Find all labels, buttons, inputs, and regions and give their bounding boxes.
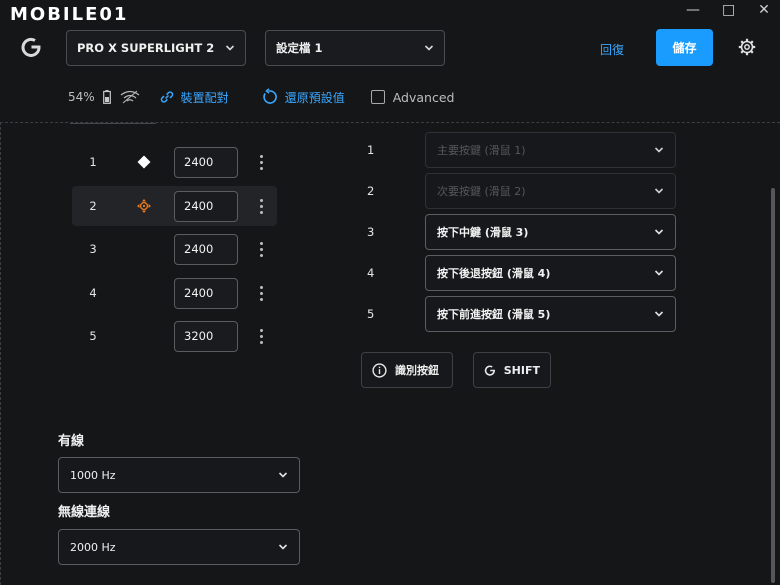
reset-icon (262, 88, 277, 104)
wireless-signal-icon (120, 90, 140, 104)
dpi-level-index: 5 (89, 329, 97, 343)
wireless-report-rate-value: 2000 Hz (70, 540, 116, 554)
chevron-down-icon (424, 45, 434, 51)
gear-icon[interactable] (738, 38, 756, 56)
scrollbar[interactable] (771, 188, 775, 583)
button-assignment-select[interactable]: 按下中鍵 (滑鼠 3) (425, 214, 676, 250)
dpi-level-row[interactable]: 1 2400 (72, 142, 277, 182)
button-index: 2 (367, 184, 375, 198)
dpi-value-input[interactable]: 3200 (174, 320, 238, 352)
button-assignment-value: 主要按鍵 (滑鼠 1) (437, 144, 526, 157)
wireless-report-rate-select[interactable]: 2000 Hz (58, 529, 300, 565)
diamond-icon (137, 155, 151, 169)
dpi-value-input[interactable]: 2400 (174, 146, 238, 178)
chevron-down-icon (278, 544, 288, 550)
chevron-down-icon (654, 270, 664, 276)
more-options-icon[interactable] (254, 285, 268, 301)
dpi-level-row[interactable]: 4 2400 (72, 273, 277, 313)
advanced-toggle[interactable]: Advanced (370, 89, 455, 105)
g-shift-button[interactable]: SHIFT (473, 352, 551, 388)
button-assignment-value: 按下後退按鈕 (滑鼠 4) (437, 267, 551, 280)
button-assignment-row: 1 主要按鍵 (滑鼠 1) (362, 132, 676, 168)
profile-select-value: 設定檔 1 (276, 41, 323, 55)
chevron-down-icon (225, 45, 235, 51)
dpi-level-row[interactable]: 3 2400 (72, 229, 277, 269)
section-tab-indicator (70, 118, 156, 124)
button-index: 3 (367, 225, 375, 239)
logitech-g-logo-icon (21, 37, 41, 57)
button-assignment-row: 3 按下中鍵 (滑鼠 3) (362, 214, 676, 250)
profile-select[interactable]: 設定檔 1 (265, 30, 445, 66)
device-select[interactable]: PRO X SUPERLIGHT 2 (66, 30, 246, 66)
advanced-checkbox[interactable] (370, 90, 385, 104)
button-index: 4 (367, 266, 375, 280)
wired-report-rate-select[interactable]: 1000 Hz (58, 457, 300, 493)
identify-buttons-label: 識別按鈕 (395, 364, 439, 377)
save-button[interactable]: 儲存 (656, 29, 713, 66)
device-select-value: PRO X SUPERLIGHT 2 (77, 41, 215, 55)
button-assignment-select[interactable]: 按下前進按鈕 (滑鼠 5) (425, 296, 676, 332)
panel-divider (0, 122, 1, 585)
more-options-icon[interactable] (254, 328, 268, 344)
dpi-value-input[interactable]: 2400 (174, 233, 238, 265)
battery-level: 54% (68, 90, 95, 104)
minimize-button[interactable]: — (686, 2, 700, 18)
dpi-level-index: 2 (89, 199, 97, 213)
identify-buttons-button[interactable]: 識別按鈕 (361, 352, 453, 388)
wireless-section-title: 無線連線 (58, 505, 111, 520)
button-assignment-select[interactable]: 按下後退按鈕 (滑鼠 4) (425, 255, 676, 291)
link-icon (160, 91, 173, 103)
button-assignment-select: 次要按鍵 (滑鼠 2) (425, 173, 676, 209)
dpi-value-input[interactable]: 2400 (174, 277, 238, 309)
chevron-down-icon (278, 472, 288, 478)
button-index: 1 (367, 143, 375, 157)
button-assignment-row: 4 按下後退按鈕 (滑鼠 4) (362, 255, 676, 291)
chevron-down-icon (654, 147, 664, 153)
battery-icon (102, 90, 111, 104)
info-icon (372, 362, 387, 378)
maximize-button[interactable]: □ (722, 2, 735, 18)
dpi-level-row[interactable]: 5 3200 (72, 316, 277, 356)
button-assignment-select: 主要按鍵 (滑鼠 1) (425, 132, 676, 168)
advanced-label: Advanced (392, 89, 455, 105)
reset-defaults-label: 還原預設值 (284, 90, 345, 105)
pair-device-label: 裝置配對 (180, 90, 229, 105)
button-assignment-value: 按下前進按鈕 (滑鼠 5) (437, 308, 551, 321)
reset-defaults-button[interactable]: 還原預設值 (261, 88, 345, 106)
more-options-icon[interactable] (254, 241, 268, 257)
crosshair-icon (137, 199, 151, 213)
dpi-level-index: 1 (89, 155, 97, 169)
more-options-icon[interactable] (254, 198, 268, 214)
wired-section-title: 有線 (58, 434, 85, 449)
button-assignment-row: 5 按下前進按鈕 (滑鼠 5) (362, 296, 676, 332)
g-shift-label: SHIFT (503, 363, 540, 377)
dpi-level-index: 3 (89, 242, 97, 256)
button-index: 5 (367, 307, 375, 321)
pair-device-button[interactable]: 裝置配對 (159, 89, 229, 106)
chevron-down-icon (654, 311, 664, 317)
wired-report-rate-value: 1000 Hz (70, 468, 116, 482)
dpi-indicator (114, 198, 174, 214)
dpi-level-index: 4 (89, 286, 97, 300)
dpi-indicator (114, 155, 174, 169)
g-shift-icon (484, 365, 495, 376)
more-options-icon[interactable] (254, 154, 268, 170)
status-row: 54% 裝置配對 還原預設值 Advanced (68, 88, 454, 106)
watermark-text: MOBILE01 (10, 4, 129, 25)
chevron-down-icon (654, 229, 664, 235)
chevron-down-icon (654, 188, 664, 194)
window-controls: — □ ✕ (686, 2, 770, 18)
button-assignment-value: 次要按鍵 (滑鼠 2) (437, 185, 526, 198)
button-assignment-row: 2 次要按鍵 (滑鼠 2) (362, 173, 676, 209)
close-button[interactable]: ✕ (758, 2, 770, 18)
dpi-value-input[interactable]: 2400 (174, 190, 238, 222)
button-assignment-value: 按下中鍵 (滑鼠 3) (437, 226, 529, 239)
revert-button[interactable]: 回復 (600, 41, 624, 58)
dpi-level-row-active[interactable]: 2 2400 (72, 186, 277, 226)
